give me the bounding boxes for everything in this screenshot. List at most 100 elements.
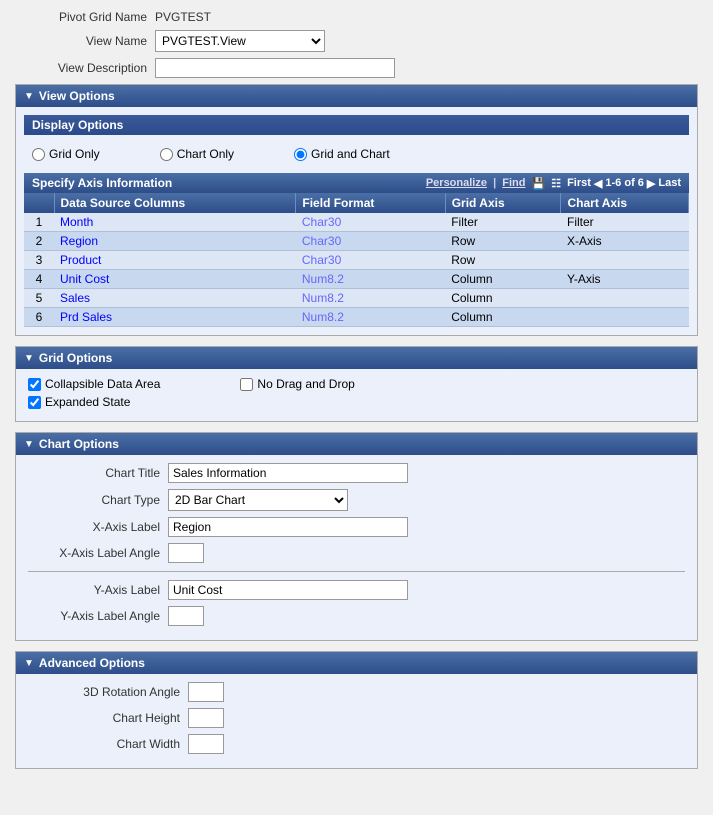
nav-next-icon[interactable]: ▶ bbox=[647, 177, 655, 190]
chart-options-panel: ▼ Chart Options Chart Title Chart Type 2… bbox=[15, 432, 698, 641]
chart-title-label: Chart Title bbox=[28, 466, 168, 480]
pivot-grid-name-value: PVGTEST bbox=[155, 10, 211, 24]
grid-icon[interactable]: ☷ bbox=[551, 177, 561, 190]
chart-options-body: Chart Title Chart Type 2D Bar Chart 3D B… bbox=[16, 455, 697, 640]
rotation-input[interactable] bbox=[188, 682, 224, 702]
chart-height-label: Chart Height bbox=[28, 711, 188, 725]
chart-options-header[interactable]: ▼ Chart Options bbox=[16, 433, 697, 455]
radio-grid-and-chart-label: Grid and Chart bbox=[311, 147, 390, 161]
radio-chart-only-input[interactable] bbox=[160, 148, 173, 161]
grid-options-header[interactable]: ▼ Grid Options bbox=[16, 347, 697, 369]
x-axis-angle-input[interactable] bbox=[168, 543, 204, 563]
view-options-title: View Options bbox=[39, 89, 115, 103]
radio-grid-and-chart-input[interactable] bbox=[294, 148, 307, 161]
pivot-grid-name-row: Pivot Grid Name PVGTEST bbox=[15, 10, 698, 24]
grid-options-arrow: ▼ bbox=[24, 353, 34, 364]
row-num: 1 bbox=[24, 213, 54, 232]
row-data-source[interactable]: Region bbox=[54, 232, 296, 251]
expanded-checkbox[interactable] bbox=[28, 396, 41, 409]
col-field-format: Field Format bbox=[296, 193, 445, 213]
row-grid-axis: Filter bbox=[445, 213, 561, 232]
col-grid-axis: Grid Axis bbox=[445, 193, 561, 213]
rotation-label: 3D Rotation Angle bbox=[28, 685, 188, 699]
pivot-grid-name-label: Pivot Grid Name bbox=[15, 10, 155, 24]
advanced-options-title: Advanced Options bbox=[39, 656, 145, 670]
advanced-options-panel: ▼ Advanced Options 3D Rotation Angle Cha… bbox=[15, 651, 698, 769]
chart-height-input[interactable] bbox=[188, 708, 224, 728]
view-description-row: View Description bbox=[15, 58, 698, 78]
row-data-source[interactable]: Unit Cost bbox=[54, 270, 296, 289]
chart-title-input[interactable] bbox=[168, 463, 408, 483]
table-row: 6 Prd Sales Num8.2 Column bbox=[24, 308, 689, 327]
chart-type-select[interactable]: 2D Bar Chart 3D Bar Chart Line Chart Pie… bbox=[168, 489, 348, 511]
view-description-input[interactable] bbox=[155, 58, 395, 78]
advanced-options-body: 3D Rotation Angle Chart Height Chart Wid… bbox=[16, 674, 697, 768]
collapsible-checkbox-label[interactable]: Collapsible Data Area bbox=[28, 377, 160, 391]
x-axis-angle-row: X-Axis Label Angle bbox=[28, 543, 685, 563]
no-drag-label: No Drag and Drop bbox=[257, 377, 354, 391]
expanded-checkbox-label[interactable]: Expanded State bbox=[28, 395, 685, 409]
collapsible-checkbox[interactable] bbox=[28, 378, 41, 391]
view-description-label: View Description bbox=[15, 61, 155, 75]
display-options-header: Display Options bbox=[24, 115, 689, 135]
row-chart-axis: X-Axis bbox=[561, 232, 689, 251]
y-axis-angle-row: Y-Axis Label Angle bbox=[28, 606, 685, 626]
radio-grid-only-label: Grid Only bbox=[49, 147, 100, 161]
no-drag-checkbox-label[interactable]: No Drag and Drop bbox=[240, 377, 354, 391]
table-row: 1 Month Char30 Filter Filter bbox=[24, 213, 689, 232]
view-options-header[interactable]: ▼ View Options bbox=[16, 85, 697, 107]
row-field-format: Char30 bbox=[296, 251, 445, 270]
axis-personalize-link[interactable]: Personalize | Find bbox=[426, 177, 526, 189]
y-axis-angle-input[interactable] bbox=[168, 606, 204, 626]
chart-height-row: Chart Height bbox=[28, 708, 685, 728]
axis-header-controls: Personalize | Find 💾 ☷ First ◀ 1-6 of 6 … bbox=[426, 177, 681, 190]
row-data-source[interactable]: Product bbox=[54, 251, 296, 270]
page-container: Pivot Grid Name PVGTEST View Name PVGTES… bbox=[0, 0, 713, 789]
row-num: 2 bbox=[24, 232, 54, 251]
row-field-format: Char30 bbox=[296, 232, 445, 251]
export-icon[interactable]: 💾 bbox=[532, 177, 546, 190]
row-field-format: Char30 bbox=[296, 213, 445, 232]
row-field-format: Num8.2 bbox=[296, 308, 445, 327]
axis-header-bar: Specify Axis Information Personalize | F… bbox=[24, 173, 689, 193]
axis-table: Data Source Columns Field Format Grid Ax… bbox=[24, 193, 689, 327]
row-data-source[interactable]: Prd Sales bbox=[54, 308, 296, 327]
row-chart-axis bbox=[561, 308, 689, 327]
radio-chart-only-label: Chart Only bbox=[177, 147, 234, 161]
x-axis-label-input[interactable] bbox=[168, 517, 408, 537]
collapsible-label: Collapsible Data Area bbox=[45, 377, 160, 391]
chart-options-arrow: ▼ bbox=[24, 439, 34, 450]
y-axis-label-input[interactable] bbox=[168, 580, 408, 600]
radio-chart-only[interactable]: Chart Only bbox=[160, 147, 234, 161]
col-num bbox=[24, 193, 54, 213]
view-options-panel: ▼ View Options Display Options Grid Only… bbox=[15, 84, 698, 336]
nav-prev-icon[interactable]: ◀ bbox=[594, 177, 602, 190]
y-axis-label-label: Y-Axis Label bbox=[28, 583, 168, 597]
radio-grid-and-chart[interactable]: Grid and Chart bbox=[294, 147, 390, 161]
col-chart-axis: Chart Axis bbox=[561, 193, 689, 213]
grid-options-panel: ▼ Grid Options Collapsible Data Area No … bbox=[15, 346, 698, 422]
row-field-format: Num8.2 bbox=[296, 289, 445, 308]
row-grid-axis: Column bbox=[445, 308, 561, 327]
radio-grid-only-input[interactable] bbox=[32, 148, 45, 161]
row-data-source[interactable]: Month bbox=[54, 213, 296, 232]
no-drag-checkbox[interactable] bbox=[240, 378, 253, 391]
chart-divider bbox=[28, 571, 685, 572]
chart-type-row: Chart Type 2D Bar Chart 3D Bar Chart Lin… bbox=[28, 489, 685, 511]
row-data-source[interactable]: Sales bbox=[54, 289, 296, 308]
view-name-select[interactable]: PVGTEST.View bbox=[155, 30, 325, 52]
view-options-body: Display Options Grid Only Chart Only Gri… bbox=[16, 107, 697, 335]
radio-grid-only[interactable]: Grid Only bbox=[32, 147, 100, 161]
table-row: 2 Region Char30 Row X-Axis bbox=[24, 232, 689, 251]
advanced-options-header[interactable]: ▼ Advanced Options bbox=[16, 652, 697, 674]
chart-width-input[interactable] bbox=[188, 734, 224, 754]
grid-checkboxes-row1: Collapsible Data Area No Drag and Drop bbox=[28, 377, 685, 395]
find-link[interactable]: Find bbox=[502, 177, 525, 189]
personalize-link[interactable]: Personalize bbox=[426, 177, 487, 189]
axis-info-title: Specify Axis Information bbox=[32, 176, 172, 190]
view-name-row: View Name PVGTEST.View bbox=[15, 30, 698, 52]
table-row: 4 Unit Cost Num8.2 Column Y-Axis bbox=[24, 270, 689, 289]
row-num: 6 bbox=[24, 308, 54, 327]
grid-options-body: Collapsible Data Area No Drag and Drop E… bbox=[16, 369, 697, 421]
x-axis-angle-label: X-Axis Label Angle bbox=[28, 546, 168, 560]
